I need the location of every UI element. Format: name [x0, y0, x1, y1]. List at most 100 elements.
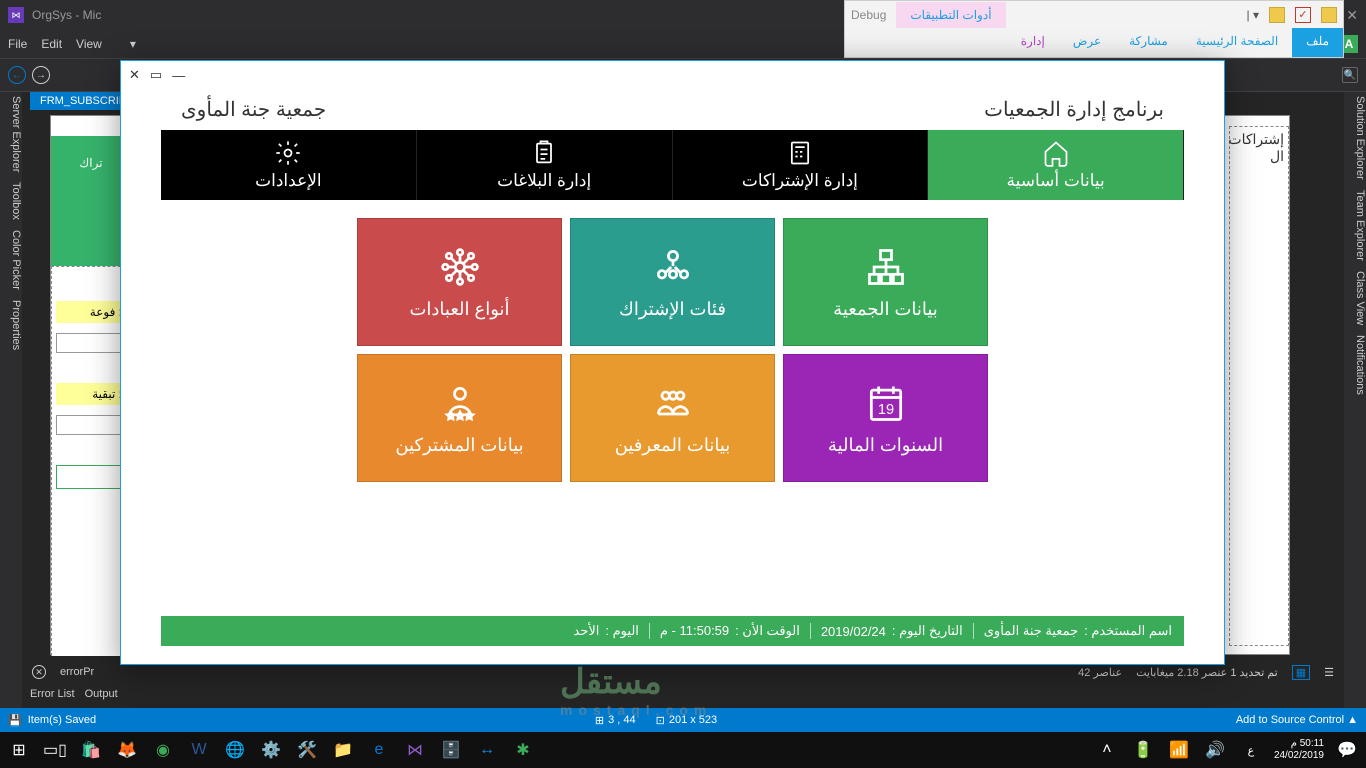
- nav-reports[interactable]: إدارة البلاغات: [417, 130, 673, 200]
- tile-sub-cats-label: فئات الإشتراك: [619, 299, 726, 320]
- teamviewer-icon[interactable]: ↔: [474, 737, 500, 763]
- nav-settings[interactable]: الإعدادات: [161, 130, 417, 200]
- tile-subscribers[interactable]: بيانات المشتركين: [357, 354, 562, 482]
- tile-identifiers-label: بيانات المعرفين: [615, 435, 731, 456]
- taskbar-clock[interactable]: 50:11 م 24/02/2019: [1274, 738, 1324, 762]
- svg-text:19: 19: [877, 402, 893, 418]
- app-titlebar[interactable]: ✕ ▭ —: [121, 61, 1224, 89]
- app-maximize-icon[interactable]: ▭: [150, 67, 162, 83]
- battery-icon[interactable]: 🔋: [1130, 737, 1156, 763]
- folder-icon[interactable]: [1269, 7, 1285, 23]
- clock-time: 50:11 م: [1274, 738, 1324, 750]
- clipboard-icon: [530, 139, 558, 167]
- partial-label-2: تبقية :: [56, 383, 126, 405]
- close-icon[interactable]: ✕: [1346, 7, 1358, 24]
- folder-icon[interactable]: [1321, 7, 1337, 23]
- tab-error-list[interactable]: Error List: [30, 688, 75, 704]
- nav-back-icon[interactable]: ←: [8, 66, 26, 84]
- calculator-icon: [786, 139, 814, 167]
- ribbon-tab-home[interactable]: الصفحة الرئيسية: [1182, 28, 1292, 57]
- tile-sub-categories[interactable]: فئات الإشتراك: [570, 218, 775, 346]
- task-view-icon[interactable]: ▭▯: [42, 737, 68, 763]
- tile-org-data[interactable]: بيانات الجمعية: [783, 218, 988, 346]
- tile-org-data-label: بيانات الجمعية: [833, 299, 938, 320]
- status-position-icon: ⊞: [595, 714, 604, 727]
- explorer-view-details-icon[interactable]: ☰: [1324, 666, 1334, 679]
- clock-date: 24/02/2019: [1274, 750, 1324, 762]
- app-minimize-icon[interactable]: —: [172, 68, 185, 83]
- vs-logo-icon: ⋈: [8, 7, 24, 23]
- rail-color-picker[interactable]: Color Picker: [0, 230, 22, 290]
- sqlserver-icon[interactable]: 🗄️: [438, 737, 464, 763]
- vs-bottom-tabs: Error List Output: [22, 684, 126, 708]
- ribbon-tab-view[interactable]: عرض: [1059, 28, 1115, 57]
- rail-class-view[interactable]: Class View: [1344, 271, 1366, 325]
- tile-worship-types[interactable]: أنواع العبادات: [357, 218, 562, 346]
- explorer-check-icon[interactable]: ✓: [1295, 7, 1311, 23]
- anaconda-icon[interactable]: ◉: [150, 737, 176, 763]
- app-close-icon[interactable]: ✕: [129, 67, 140, 83]
- ribbon-tab-share[interactable]: مشاركة: [1115, 28, 1182, 57]
- explorer-icon[interactable]: 📁: [330, 737, 356, 763]
- ribbon-tab-file[interactable]: ملف: [1292, 28, 1343, 57]
- error-provider-icon[interactable]: ✕: [32, 665, 46, 679]
- explorer-view-tiles-icon[interactable]: ▦: [1292, 665, 1310, 680]
- nav-forward-icon[interactable]: →: [32, 66, 50, 84]
- status-source-control[interactable]: Add to Source Control ▲: [1236, 714, 1358, 726]
- nav-basic-label: بيانات أساسية: [1006, 171, 1104, 191]
- app-main-nav: بيانات أساسية إدارة الإشتراكات إدارة الب…: [161, 130, 1184, 200]
- notifications-icon[interactable]: 💬: [1334, 737, 1360, 763]
- app-org-name: جمعية جنة المأوى: [181, 97, 326, 122]
- store-icon[interactable]: 🛍️: [78, 737, 104, 763]
- settings-app-icon[interactable]: ⚙️: [258, 737, 284, 763]
- start-button[interactable]: ⊞: [6, 737, 32, 763]
- tile-subscribers-label: بيانات المشتركين: [395, 435, 523, 456]
- tray-expand-icon[interactable]: ˄: [1094, 737, 1120, 763]
- volume-icon[interactable]: 🔊: [1202, 737, 1228, 763]
- menu-edit[interactable]: Edit: [41, 37, 62, 51]
- rail-team-explorer[interactable]: Team Explorer: [1344, 190, 1366, 261]
- vs-window-title: OrgSys - Mic: [32, 8, 101, 22]
- rail-notifications[interactable]: Notifications: [1344, 335, 1366, 395]
- ribbon-debug: Debug: [851, 8, 886, 22]
- word-icon[interactable]: W: [186, 737, 212, 763]
- ribbon-tab-manage[interactable]: إدارة: [1007, 28, 1059, 57]
- app-running-icon[interactable]: ✱: [510, 737, 536, 763]
- vs-statusbar: 💾 Item(s) Saved ⊞ 3 , 44 ⊡ 201 x 523 Add…: [0, 708, 1366, 732]
- tab-output[interactable]: Output: [85, 688, 118, 704]
- tile-fiscal-years[interactable]: 19 السنوات المالية: [783, 354, 988, 482]
- rail-properties[interactable]: Properties: [0, 300, 22, 350]
- nav-settings-label: الإعدادات: [255, 171, 322, 191]
- user-star-icon: [438, 381, 482, 425]
- firefox-icon[interactable]: 🦊: [114, 737, 140, 763]
- app-window: ✕ ▭ — برنامج إدارة الجمعيات جمعية جنة ال…: [120, 60, 1225, 665]
- visualstudio-icon[interactable]: ⋈: [402, 737, 428, 763]
- rail-toolbox[interactable]: Toolbox: [0, 182, 22, 220]
- edge-icon[interactable]: e: [366, 737, 392, 763]
- search-icon[interactable]: 🔍: [1342, 67, 1358, 83]
- rail-solution-explorer[interactable]: Solution Explorer: [1344, 96, 1366, 180]
- partial-right-panel: إشتراكات ال: [1229, 126, 1289, 646]
- status-day-label: اليوم :: [605, 623, 638, 639]
- chrome-icon[interactable]: 🌐: [222, 737, 248, 763]
- nav-subscriptions[interactable]: إدارة الإشتراكات: [673, 130, 929, 200]
- menu-file[interactable]: File: [8, 37, 27, 51]
- app-program-title: برنامج إدارة الجمعيات: [984, 97, 1164, 122]
- tile-worship-label: أنواع العبادات: [409, 299, 509, 320]
- status-save-icon: 💾: [8, 714, 22, 727]
- ribbon-apps-tools[interactable]: أدوات التطبيقات: [896, 2, 1005, 28]
- app-header: برنامج إدارة الجمعيات جمعية جنة المأوى: [121, 89, 1224, 130]
- lang-icon[interactable]: ع: [1238, 737, 1264, 763]
- people-group-icon: [651, 245, 695, 289]
- explorer-ribbon: ✓ ▾ | أدوات التطبيقات Debug ملف الصفحة ا…: [844, 0, 1344, 58]
- tools-icon[interactable]: 🛠️: [294, 737, 320, 763]
- tile-identifiers[interactable]: بيانات المعرفين: [570, 354, 775, 482]
- rail-server-explorer[interactable]: Server Explorer: [0, 96, 22, 172]
- nav-subs-label: إدارة الإشتراكات: [742, 171, 858, 191]
- status-date-value: 2019/02/24: [821, 624, 886, 639]
- error-provider-label[interactable]: errorPr: [60, 666, 94, 678]
- status-size: 201 x 523: [669, 714, 717, 726]
- nav-basic-data[interactable]: بيانات أساسية: [928, 130, 1184, 200]
- wifi-icon[interactable]: 📶: [1166, 737, 1192, 763]
- menu-view[interactable]: View: [76, 37, 102, 51]
